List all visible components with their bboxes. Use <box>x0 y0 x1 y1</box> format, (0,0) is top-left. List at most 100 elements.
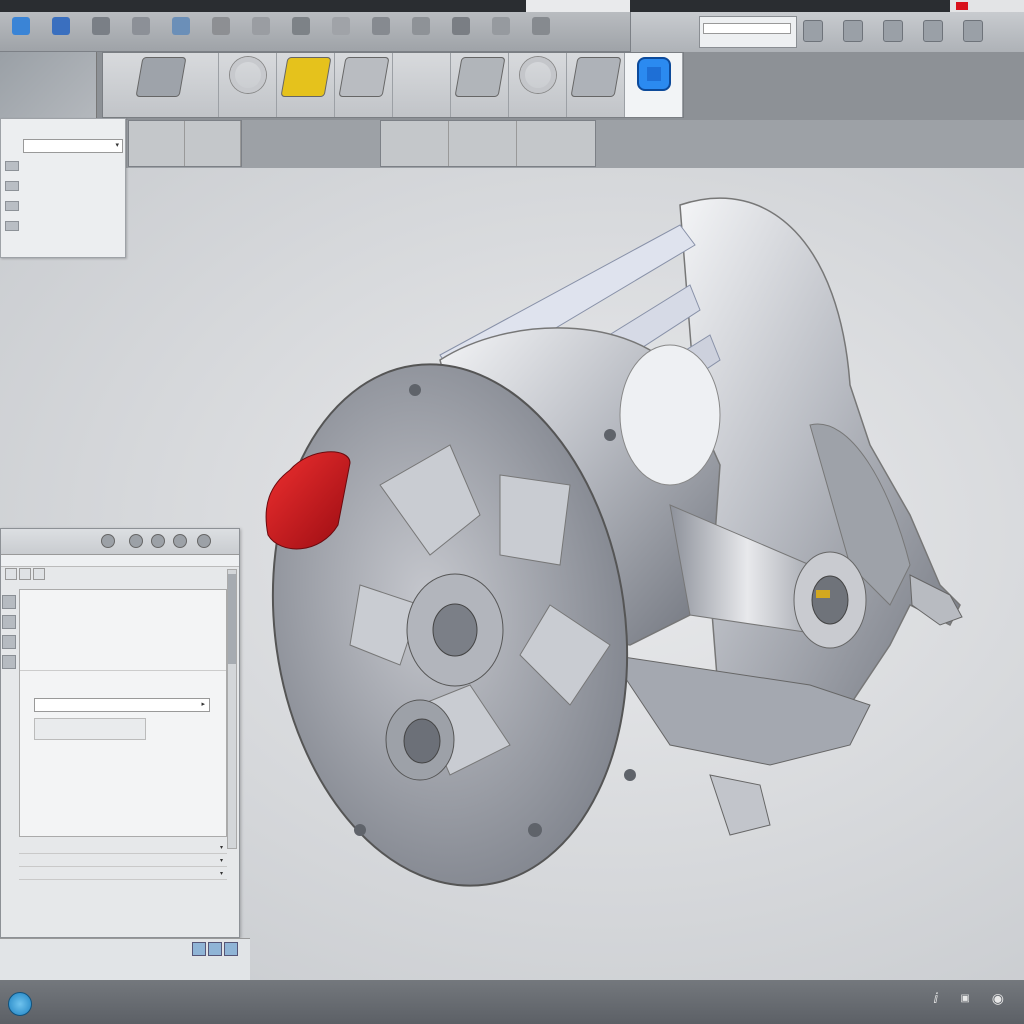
close-icon[interactable] <box>956 2 968 10</box>
view-thumb-1[interactable] <box>381 121 449 166</box>
expand-icon[interactable] <box>224 942 238 956</box>
tree-item[interactable] <box>1 179 125 193</box>
gallery-item[interactable] <box>393 53 451 117</box>
tree-header <box>1 119 125 133</box>
status-tray: ⅈ ▣ ◉ <box>933 990 1004 1007</box>
search-input[interactable] <box>703 23 791 34</box>
part-icon <box>5 201 19 211</box>
tree-filter-dropdown[interactable] <box>23 139 123 153</box>
measure-button[interactable] <box>326 15 356 49</box>
select-icon[interactable] <box>2 595 16 609</box>
property-row[interactable] <box>20 590 226 610</box>
tree-item[interactable] <box>1 219 125 233</box>
part-button[interactable] <box>166 15 196 49</box>
tree-item[interactable] <box>1 199 125 213</box>
properties-footer <box>1 871 239 907</box>
user-icon[interactable] <box>883 20 903 42</box>
rotate-icon[interactable] <box>2 635 16 649</box>
boss[interactable] <box>619 344 721 486</box>
tab[interactable] <box>19 568 31 580</box>
sub-tool-1[interactable] <box>129 121 185 166</box>
help-icon[interactable] <box>843 20 863 42</box>
gallery-item[interactable] <box>567 53 625 117</box>
refresh-icon[interactable] <box>173 534 187 548</box>
pin-icon[interactable] <box>151 534 165 548</box>
help-icon[interactable] <box>197 534 211 548</box>
bottom-lug[interactable] <box>709 774 771 836</box>
hub-bore[interactable] <box>432 603 478 657</box>
ribbon <box>0 52 1024 120</box>
scale-icon[interactable] <box>2 655 16 669</box>
shaft-key[interactable] <box>816 590 830 598</box>
grid-icon[interactable]: ▣ <box>960 993 969 1004</box>
property-row[interactable] <box>20 764 226 784</box>
gallery-item[interactable] <box>335 53 393 117</box>
sub-tool-2[interactable] <box>185 121 241 166</box>
view-thumb-2[interactable] <box>449 121 517 166</box>
properties-body <box>19 589 227 837</box>
apply-icon[interactable] <box>192 942 206 956</box>
app-logo-icon[interactable] <box>8 992 32 1016</box>
property-row[interactable] <box>20 610 226 630</box>
model-tree-panel <box>0 118 126 258</box>
ring-icon <box>229 57 266 93</box>
feature-button[interactable] <box>286 15 316 49</box>
gallery-item[interactable] <box>509 53 567 117</box>
notification-icon[interactable] <box>963 20 983 42</box>
section-icon <box>452 17 470 35</box>
property-row[interactable] <box>20 744 226 764</box>
sub-ribbon-views <box>380 120 596 167</box>
part-icon <box>5 221 19 231</box>
shaft-bore[interactable] <box>811 575 849 625</box>
assembly-icon <box>212 17 230 35</box>
scroll-thumb[interactable] <box>228 574 236 664</box>
list-item[interactable]: ▾ <box>19 854 227 867</box>
rear-housing[interactable] <box>679 197 961 746</box>
tab[interactable] <box>5 568 17 580</box>
move-icon[interactable] <box>2 615 16 629</box>
section-button[interactable] <box>446 15 476 49</box>
part-gallery <box>102 52 684 118</box>
cloud-icon[interactable] <box>923 20 943 42</box>
tools-icon <box>532 17 550 35</box>
assembly-button[interactable] <box>206 15 236 49</box>
property-combo[interactable] <box>34 698 210 712</box>
main-toolbar <box>0 12 1024 52</box>
gallery-item[interactable] <box>625 53 683 117</box>
settings-icon[interactable] <box>803 20 823 42</box>
app-button[interactable] <box>6 15 36 49</box>
sketch-button[interactable] <box>126 15 156 49</box>
list-item[interactable]: ▾ <box>19 841 227 854</box>
info-icon[interactable]: ⅈ <box>933 990 938 1007</box>
render-icon <box>372 17 390 35</box>
camera-icon[interactable] <box>101 534 115 548</box>
chevron-down-icon: ▾ <box>219 857 223 864</box>
gallery-item[interactable] <box>277 53 335 117</box>
property-row[interactable] <box>20 650 226 670</box>
port-hole[interactable] <box>403 718 441 764</box>
drawing-button[interactable] <box>246 15 276 49</box>
view-button[interactable] <box>406 15 436 49</box>
ruler-icon <box>92 17 110 35</box>
preview-icon[interactable] <box>208 942 222 956</box>
tab[interactable] <box>33 568 45 580</box>
lock-icon[interactable] <box>129 534 143 548</box>
material-button[interactable] <box>486 15 516 49</box>
globe-button[interactable] <box>46 15 76 49</box>
linkage-icon <box>337 57 390 97</box>
gallery-item[interactable] <box>451 53 509 117</box>
gallery-item[interactable] <box>103 53 219 117</box>
properties-side-icons <box>1 589 17 675</box>
property-row[interactable] <box>20 630 226 650</box>
ruler-button[interactable] <box>86 15 116 49</box>
tree-item[interactable] <box>1 159 125 173</box>
cad-model[interactable] <box>250 185 980 905</box>
active-tab[interactable] <box>526 0 630 12</box>
blank-icon <box>400 57 444 97</box>
gallery-item[interactable] <box>219 53 277 117</box>
properties-scrollbar[interactable] <box>227 569 237 849</box>
render-button[interactable] <box>366 15 396 49</box>
property-field[interactable] <box>34 718 146 740</box>
wifi-icon[interactable]: ◉ <box>992 990 1004 1007</box>
tools-button[interactable] <box>526 15 556 49</box>
